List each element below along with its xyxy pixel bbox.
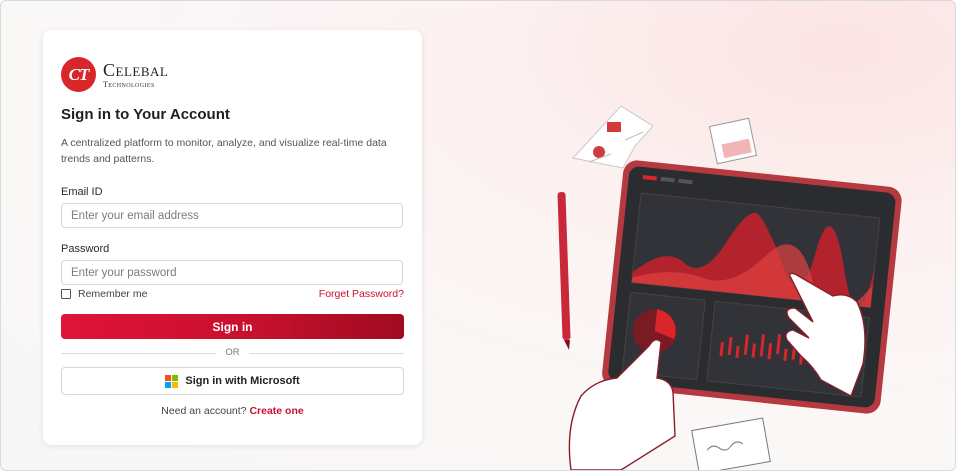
password-field[interactable] — [61, 260, 403, 285]
password-label: Password — [61, 243, 110, 255]
report-paper-icon — [572, 105, 654, 169]
page-title: Sign in to Your Account — [61, 106, 230, 123]
sticky-note-icon — [708, 117, 758, 165]
brand-name: Celebal — [103, 59, 169, 80]
stylus-icon — [557, 192, 571, 350]
brand-logo: CT Celebal Technologies — [61, 57, 168, 92]
create-account-row: Need an account? Create one — [43, 405, 422, 417]
brand-wordmark: Celebal Technologies — [103, 61, 168, 89]
signin-button[interactable]: Sign in — [61, 314, 404, 339]
remember-checkbox[interactable] — [61, 289, 71, 299]
brand-mark-icon: CT — [61, 57, 96, 92]
page-description: A centralized platform to monitor, analy… — [61, 137, 387, 165]
brand-subtitle: Technologies — [103, 79, 155, 89]
remember-label: Remember me — [78, 288, 148, 300]
or-divider: OR — [61, 348, 404, 358]
or-label: OR — [225, 347, 240, 358]
microsoft-signin-button[interactable]: Sign in with Microsoft — [61, 367, 404, 395]
microsoft-signin-label: Sign in with Microsoft — [185, 375, 300, 387]
analytics-illustration — [557, 105, 902, 470]
remember-me[interactable]: Remember me — [61, 288, 147, 300]
microsoft-logo-icon — [165, 374, 179, 388]
need-account-text: Need an account? — [161, 405, 247, 417]
note-paper-icon — [691, 417, 771, 470]
email-field[interactable] — [61, 203, 403, 228]
create-account-link[interactable]: Create one — [249, 405, 303, 417]
brand-mark-text: CT — [68, 64, 90, 84]
page-background: CT Celebal Technologies Sign in to Your … — [0, 0, 956, 471]
signin-card: CT Celebal Technologies Sign in to Your … — [43, 30, 422, 445]
forgot-password-link[interactable]: Forget Password? — [319, 288, 404, 300]
email-label: Email ID — [61, 186, 103, 198]
